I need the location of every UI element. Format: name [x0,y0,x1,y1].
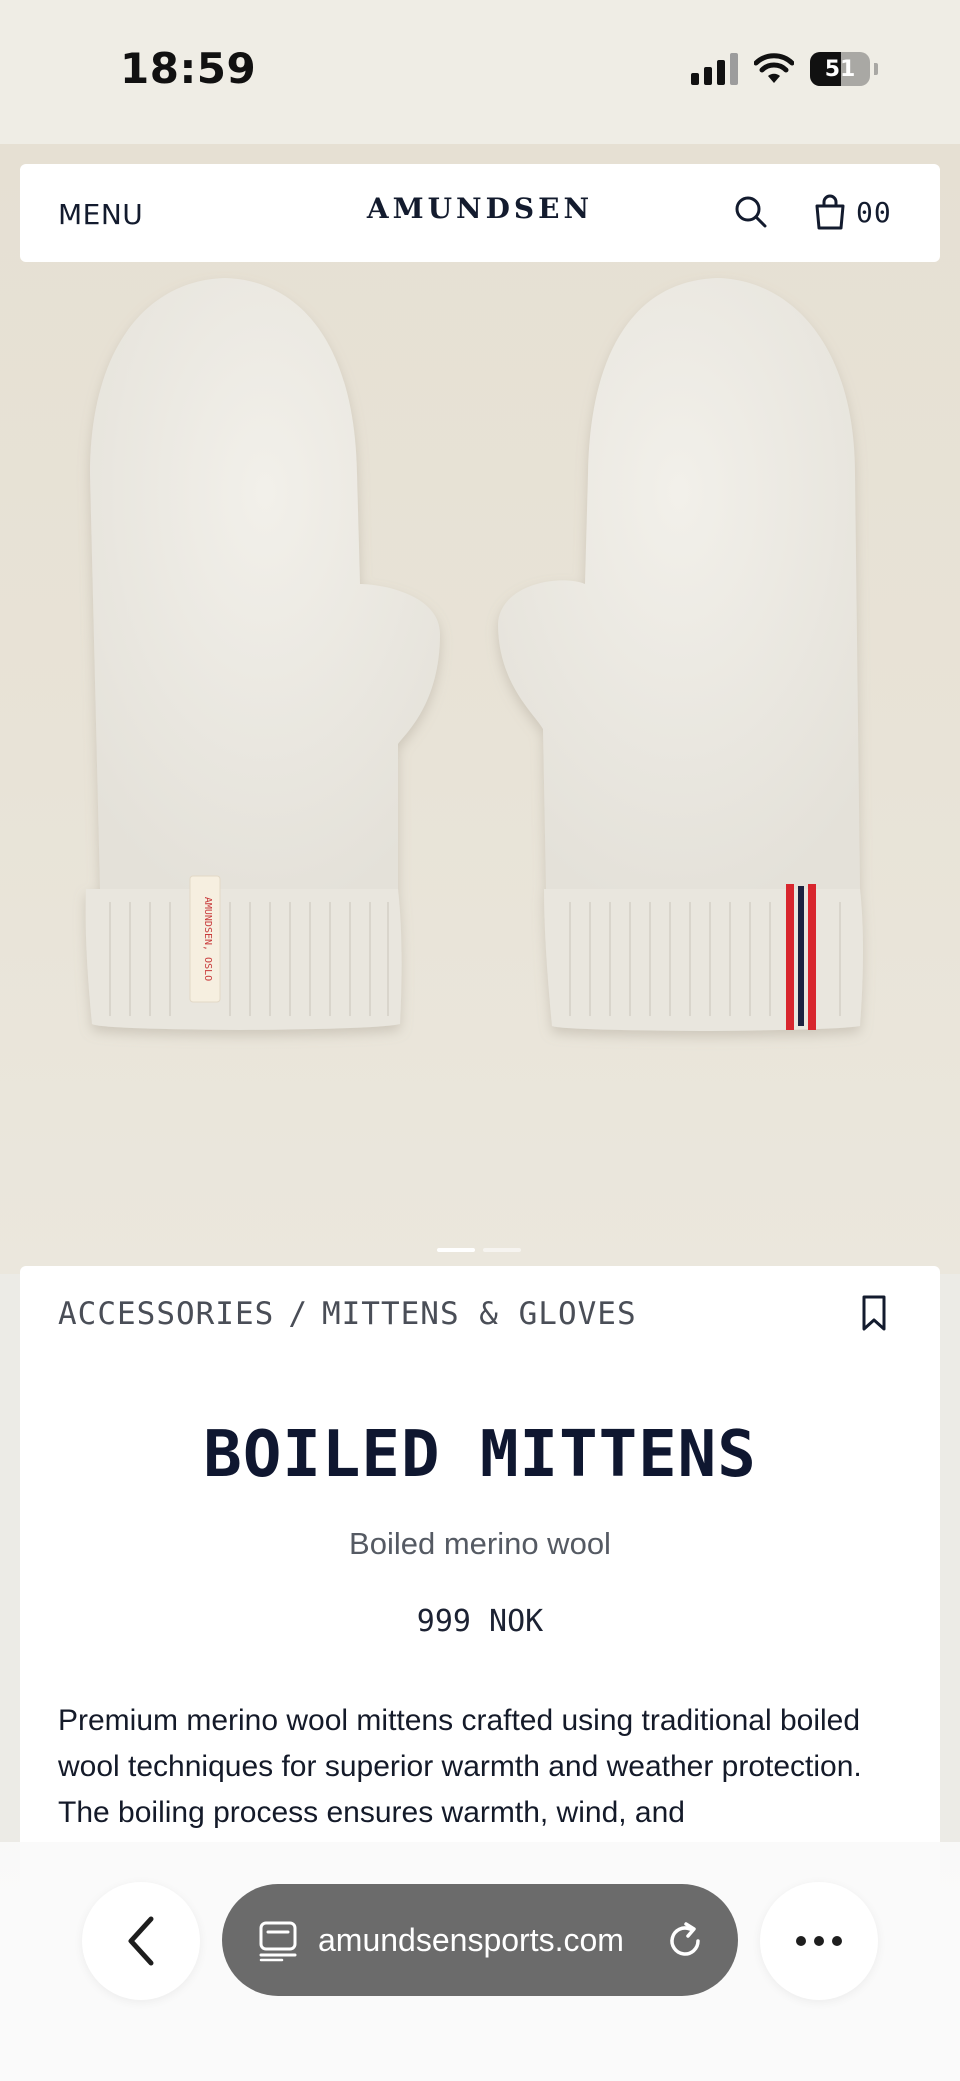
cellular-signal-icon [691,53,738,85]
right-mitten [498,278,863,1031]
tabs-icon[interactable] [258,1920,298,1962]
bookmark-icon[interactable] [858,1294,890,1332]
breadcrumb: ACCESSORIES / MITTENS & GLOVES [58,1296,637,1332]
battery-level: 51 [824,56,856,82]
battery-icon: 51 [810,52,870,86]
cart-button[interactable]: 00 [814,192,924,232]
breadcrumb-separator: / [288,1296,308,1332]
status-bar: 18:59 51 [0,0,960,144]
reload-icon[interactable] [664,1920,706,1962]
breadcrumb-item-mittens-gloves[interactable]: MITTENS & GLOVES [322,1296,637,1332]
product-photo: AMUNDSEN, OSLO [85,278,863,1031]
more-button[interactable] [760,1882,878,2000]
chevron-left-icon [128,1916,154,1966]
wifi-icon [754,53,794,83]
product-price: 999 NOK [416,1604,544,1639]
product-image-carousel[interactable]: AMUNDSEN, OSLO [0,144,960,1274]
status-icons: 51 [691,52,878,86]
site-header: MENU AMUNDSEN 00 [20,164,940,262]
product-title: BOILED MITTENS [203,1418,757,1492]
url-text[interactable]: amundsensports.com [318,1916,658,1964]
battery-cap [874,63,878,75]
carousel-dot-active[interactable] [437,1248,475,1252]
browser-toolbar: amundsensports.com [0,1842,960,2081]
bag-icon [815,194,845,230]
left-mitten: AMUNDSEN, OSLO [85,278,440,1030]
search-icon[interactable] [733,194,769,230]
mitten-label-text: AMUNDSEN, OSLO [202,897,213,981]
cart-count: 00 [856,195,892,229]
carousel-dots[interactable] [437,1248,521,1252]
carousel-dot[interactable] [483,1248,521,1252]
back-button[interactable] [82,1882,200,2000]
menu-button[interactable]: MENU [58,198,143,231]
breadcrumb-item-accessories[interactable]: ACCESSORIES [58,1296,274,1332]
more-icon [796,1936,806,1946]
address-bar[interactable]: amundsensports.com [222,1884,738,1996]
product-subtitle: Boiled merino wool [349,1526,611,1561]
product-description: Premium merino wool mittens crafted usin… [58,1704,862,1829]
status-time: 18:59 [120,44,257,93]
brand-logo[interactable]: AMUNDSEN [345,192,615,225]
